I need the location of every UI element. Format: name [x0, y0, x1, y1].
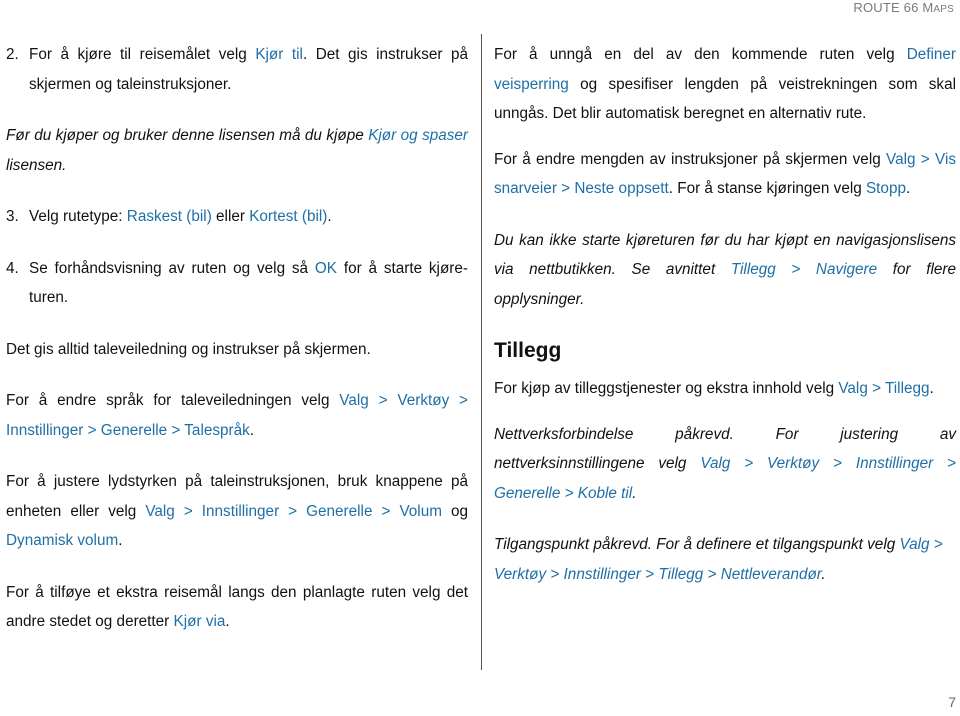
- addons-paragraph: For kjøp av tilleggstjenester og ekstra …: [494, 374, 956, 404]
- paragraph-text: .: [225, 613, 230, 630]
- roadblock-paragraph: For å unngå en del av den kommende ruten…: [494, 40, 956, 129]
- paragraph-text: .: [929, 380, 934, 397]
- paragraph-text: .: [249, 421, 255, 439]
- voice-language-paragraph: For å endre språk for taleveiledningen v…: [6, 386, 468, 445]
- right-column: For å unngå en del av den kommende ruten…: [494, 40, 956, 589]
- column-divider: [481, 34, 482, 670]
- note-access-point: Tilgangspunkt påkrevd. For å definere et…: [494, 530, 956, 589]
- volume-paragraph: For å justere lydstyrken på taleinstruks…: [6, 467, 468, 556]
- step-2: 2. For å kjøre til reisemålet velg Kjør t…: [6, 40, 468, 99]
- step-3: 3. Velg rutetype: Raskest (bil) eller Kor…: [6, 202, 468, 232]
- note-nav-license: Du kan ikke starte kjøreturen før du har…: [494, 226, 956, 315]
- instructions-paragraph: For å endre mengden av instruksjoner på …: [494, 145, 956, 204]
- step-text: Se forhåndsvisning av ruten og velg så: [29, 259, 315, 277]
- step-text: For å kjøre til reisemålet velg: [29, 46, 256, 63]
- note-text: .: [632, 484, 637, 502]
- link-kortest-bil[interactable]: Kortest (bil): [249, 208, 327, 225]
- note-text: lisensen.: [6, 156, 67, 174]
- header-title-smallcaps: APS: [933, 4, 954, 15]
- paragraph-text: .: [118, 532, 123, 549]
- note-network: Nettverksforbindelse påkrevd. For juster…: [494, 420, 956, 509]
- paragraph-text: og: [441, 502, 469, 520]
- step-text: Velg rutetype:: [29, 208, 127, 225]
- header-title-main: ROUTE 66 M: [853, 0, 934, 15]
- paragraph-text: For å endre mengden av instruksjoner på …: [494, 150, 887, 168]
- paragraph-text: For kjøp av tilleggstjenester og ekstra …: [494, 380, 839, 397]
- note-text: Tilgangspunkt påkrevd. For å definere et…: [494, 536, 900, 553]
- link-raskest-bil[interactable]: Raskest (bil): [127, 208, 212, 225]
- link-kjor-og-spaser[interactable]: Kjør og spaser: [368, 127, 468, 144]
- link-volum-path[interactable]: Valg > Innstillinger > Generelle > Volum: [145, 503, 442, 520]
- paragraph-text: For å tilføye et ekstra reisemål langs d…: [6, 583, 468, 631]
- step-number: 3.: [6, 208, 19, 225]
- via-paragraph: For å tilføye et ekstra reisemål langs d…: [6, 578, 468, 637]
- note-text: .: [821, 565, 826, 583]
- link-tillegg-navigere[interactable]: Tillegg > Navigere: [731, 261, 877, 278]
- voice-always-text: Det gis alltid taleveiledning og instruk…: [6, 340, 371, 358]
- paragraph-text: For å unngå en del av den kommende ruten…: [494, 46, 907, 63]
- link-kjor-til[interactable]: Kjør til: [255, 46, 303, 63]
- step-number: 4.: [6, 259, 19, 277]
- link-valg-tillegg[interactable]: Valg > Tillegg: [838, 380, 929, 397]
- link-ok[interactable]: OK: [315, 260, 337, 277]
- section-heading-tillegg: Tillegg: [494, 339, 562, 362]
- step-number: 2.: [6, 46, 19, 63]
- step-4: 4. Se forhåndsvisning av ruten og velg så…: [6, 254, 468, 313]
- note-text: Før du kjøper og bruker denne lisensen m…: [6, 127, 369, 144]
- step-text: eller: [211, 208, 250, 225]
- note-license: Før du kjøper og bruker denne lisensen m…: [6, 121, 468, 180]
- left-column: 2. For å kjøre til reisemålet velg Kjør t…: [6, 40, 468, 637]
- link-dynamisk-volum[interactable]: Dynamisk volum: [6, 532, 118, 549]
- paragraph-text: . For å stanse kjøringen velg: [668, 180, 866, 197]
- link-stopp[interactable]: Stopp: [866, 180, 906, 197]
- link-kjor-via[interactable]: Kjør via: [174, 613, 226, 630]
- step-text: .: [327, 208, 332, 225]
- paragraph-text: For å endre språk for taleveiledningen v…: [6, 392, 340, 409]
- running-header: ROUTE 66 MAPS: [853, 0, 954, 15]
- paragraph-text: .: [905, 180, 911, 197]
- page-number: 7: [948, 694, 956, 710]
